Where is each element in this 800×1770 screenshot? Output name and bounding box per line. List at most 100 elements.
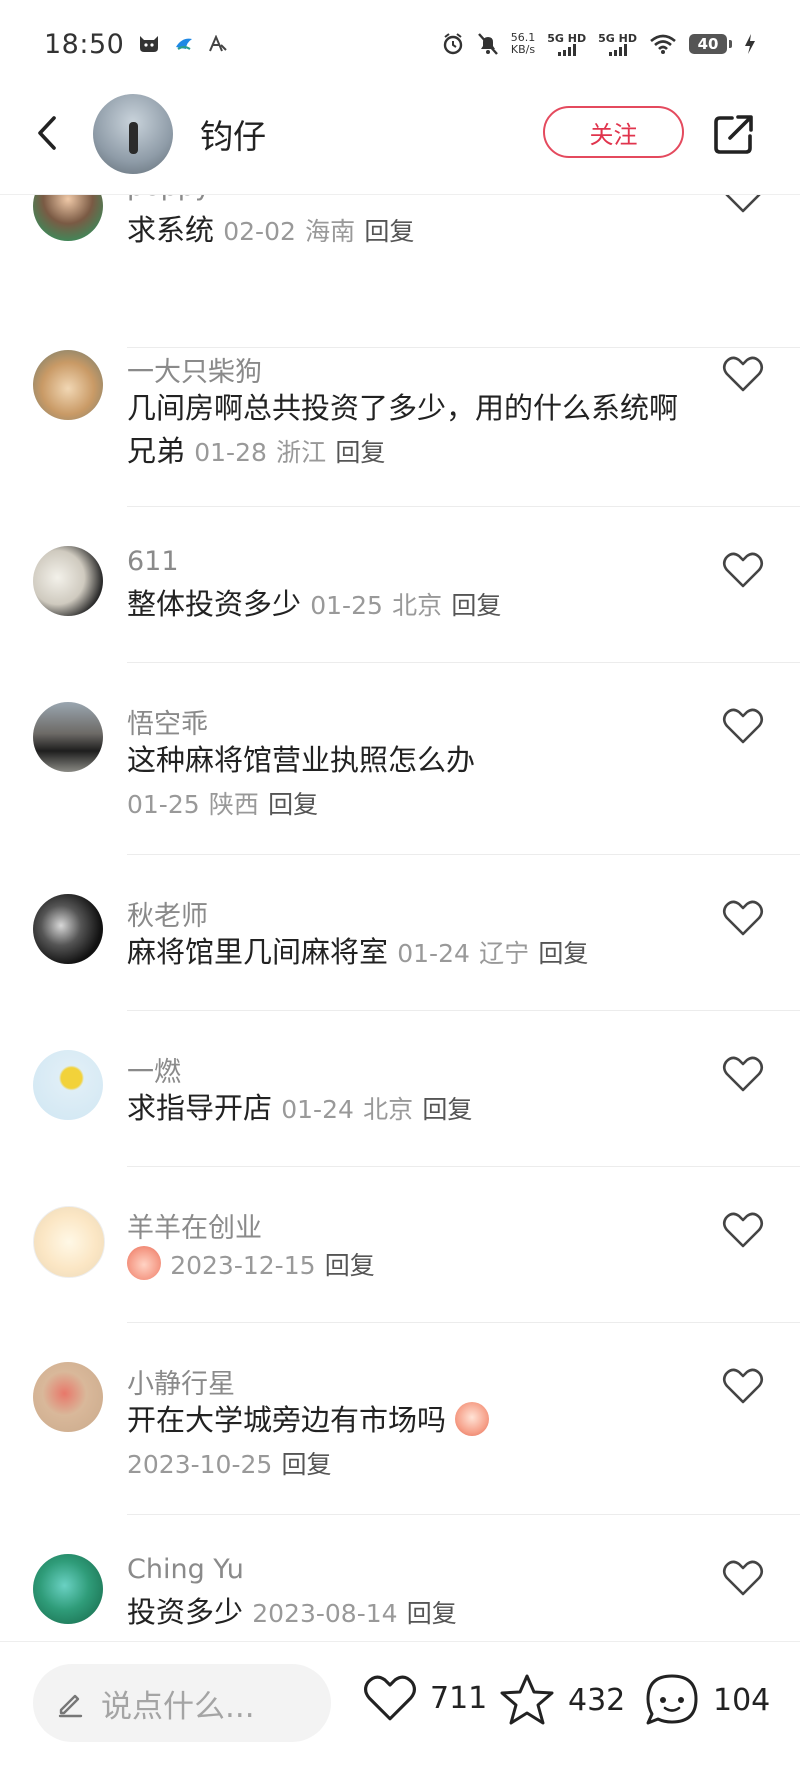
comment-body: 整体投资多少 01-25 北京 回复 (127, 583, 687, 627)
wifi-icon (650, 34, 676, 54)
like-heart-icon[interactable] (722, 195, 764, 215)
comment-date: 2023-08-14 (252, 1599, 398, 1628)
comment-body: 开在大学城旁边有市场吗 2023-10-25 回复 (127, 1399, 687, 1486)
comment-item[interactable]: poppy 求系统 02-02 海南 回复 (0, 195, 800, 349)
comment-bubble-icon[interactable] (643, 1672, 701, 1728)
comment-item[interactable]: 羊羊在创业 2023-12-15 回复 (0, 1206, 800, 1362)
comment-item[interactable]: 一燃 求指导开店 01-24 北京 回复 (0, 1050, 800, 1206)
reply-button[interactable]: 回复 (335, 438, 385, 467)
comment-body: 2023-12-15 回复 (127, 1243, 687, 1287)
comment-divider (127, 1010, 800, 1011)
commenter-name[interactable]: 羊羊在创业 (127, 1206, 262, 1245)
comment-region: 北京 (392, 591, 443, 620)
comment-stat[interactable]: 104 (643, 1672, 770, 1728)
like-heart-icon[interactable] (722, 1558, 764, 1598)
commenter-avatar[interactable] (33, 1554, 103, 1624)
reply-button[interactable]: 回复 (325, 1251, 375, 1280)
star-icon[interactable] (498, 1672, 556, 1728)
mute-bell-icon (477, 33, 498, 55)
alarm-icon (443, 33, 462, 55)
comment-text: 求指导开店 (127, 1091, 273, 1125)
comment-item[interactable]: 小静行星 开在大学城旁边有市场吗 2023-10-25 回复 (0, 1362, 800, 1554)
like-stat[interactable]: 711 (362, 1672, 487, 1724)
comment-text: 这种麻将馆营业执照怎么办 (127, 743, 476, 777)
reply-button[interactable]: 回复 (268, 790, 318, 819)
commenter-avatar[interactable] (33, 195, 103, 241)
commenter-avatar[interactable] (33, 894, 103, 964)
emoji-sticker-icon (127, 1246, 161, 1280)
comment-divider (127, 1514, 800, 1515)
like-heart-icon[interactable] (722, 1054, 764, 1094)
like-heart-icon[interactable] (722, 898, 764, 938)
comment-date: 02-02 (223, 217, 296, 246)
comment-divider (127, 1166, 800, 1167)
net-label-1: 5G HD (547, 31, 587, 45)
reply-button[interactable]: 回复 (364, 217, 414, 246)
commenter-name[interactable]: 一大只柴狗 (127, 350, 262, 389)
follow-button[interactable]: 关注 (543, 106, 684, 158)
like-heart-icon[interactable] (722, 1210, 764, 1250)
comment-divider (127, 662, 800, 663)
reply-button[interactable]: 回复 (538, 939, 588, 968)
commenter-name[interactable]: 秋老师 (127, 894, 208, 933)
comment-region: 辽宁 (479, 939, 530, 968)
comment-item[interactable]: 秋老师 麻将馆里几间麻将室 01-24 辽宁 回复 (0, 894, 800, 1050)
commenter-name[interactable]: 611 (127, 546, 179, 577)
heart-icon[interactable] (362, 1672, 418, 1724)
comment-text: 麻将馆里几间麻将室 (127, 935, 389, 969)
comment-item[interactable]: 一大只柴狗 几间房啊总共投资了多少，用的什么系统啊兄弟 01-28 浙江 回复 (0, 350, 800, 546)
like-heart-icon[interactable] (722, 550, 764, 590)
commenter-name[interactable]: poppy (127, 195, 211, 202)
speed-unit: KB/s (510, 43, 536, 56)
network-speed: 56.1 KB/s (511, 32, 536, 56)
commenter-avatar[interactable] (33, 1206, 105, 1278)
comment-date: 01-24 (281, 1095, 354, 1124)
reply-button[interactable]: 回复 (422, 1095, 472, 1124)
cell-signal-1: 5G HD (547, 33, 586, 56)
comment-region: 北京 (363, 1095, 414, 1124)
commenter-name[interactable]: 悟空乖 (127, 702, 208, 741)
status-time: 18:50 (44, 28, 125, 60)
commenter-avatar[interactable] (33, 546, 103, 616)
back-arrow-icon[interactable] (26, 110, 72, 156)
cat-app-icon (140, 36, 159, 52)
comment-region: 陕西 (208, 790, 259, 819)
comment-date: 01-24 (397, 939, 470, 968)
share-icon[interactable] (710, 110, 758, 158)
comment-item[interactable]: 611 整体投资多少 01-25 北京 回复 (0, 546, 800, 702)
comment-body: 这种麻将馆营业执照怎么办 01-25 陕西 回复 (127, 739, 687, 826)
comment-input[interactable]: 说点什么... (33, 1664, 331, 1742)
pencil-icon (58, 1694, 83, 1718)
comment-body: 求系统 02-02 海南 回复 (127, 209, 687, 253)
commenter-name[interactable]: Ching Yu (127, 1554, 244, 1585)
like-heart-icon[interactable] (722, 706, 764, 746)
commenter-name[interactable]: 一燃 (127, 1050, 181, 1089)
author-name[interactable]: 钧仔 (200, 110, 266, 158)
reply-button[interactable]: 回复 (451, 591, 501, 620)
comment-text: 求系统 (127, 213, 215, 247)
comment-region: 浙江 (276, 438, 327, 467)
bottom-action-bar: 说点什么... 711 432 104 (0, 1641, 800, 1770)
comment-item[interactable]: Ching Yu 投资多少 2023-08-14 回复 (0, 1554, 800, 1641)
comment-date: 2023-12-15 (170, 1251, 316, 1280)
comment-divider (127, 1322, 800, 1323)
commenter-name[interactable]: 小静行星 (127, 1362, 235, 1401)
crying-emoji-icon (455, 1402, 490, 1436)
commenter-avatar[interactable] (33, 702, 103, 772)
comment-item[interactable]: 悟空乖 这种麻将馆营业执照怎么办 01-25 陕西 回复 (0, 702, 800, 894)
commenter-avatar[interactable] (33, 350, 103, 420)
author-avatar[interactable] (93, 94, 173, 174)
comment-body: 麻将馆里几间麻将室 01-24 辽宁 回复 (127, 931, 687, 975)
font-app-icon (209, 35, 228, 52)
commenter-avatar[interactable] (33, 1362, 103, 1432)
comment-date: 01-25 (127, 790, 200, 819)
charging-icon (745, 34, 755, 54)
favorite-stat[interactable]: 432 (498, 1672, 625, 1728)
like-heart-icon[interactable] (722, 1366, 764, 1406)
commenter-avatar[interactable] (33, 1050, 103, 1120)
reply-button[interactable]: 回复 (282, 1450, 332, 1479)
bird-app-icon (176, 38, 193, 50)
reply-button[interactable]: 回复 (407, 1599, 457, 1628)
like-heart-icon[interactable] (722, 354, 764, 394)
battery-tip (729, 40, 732, 48)
